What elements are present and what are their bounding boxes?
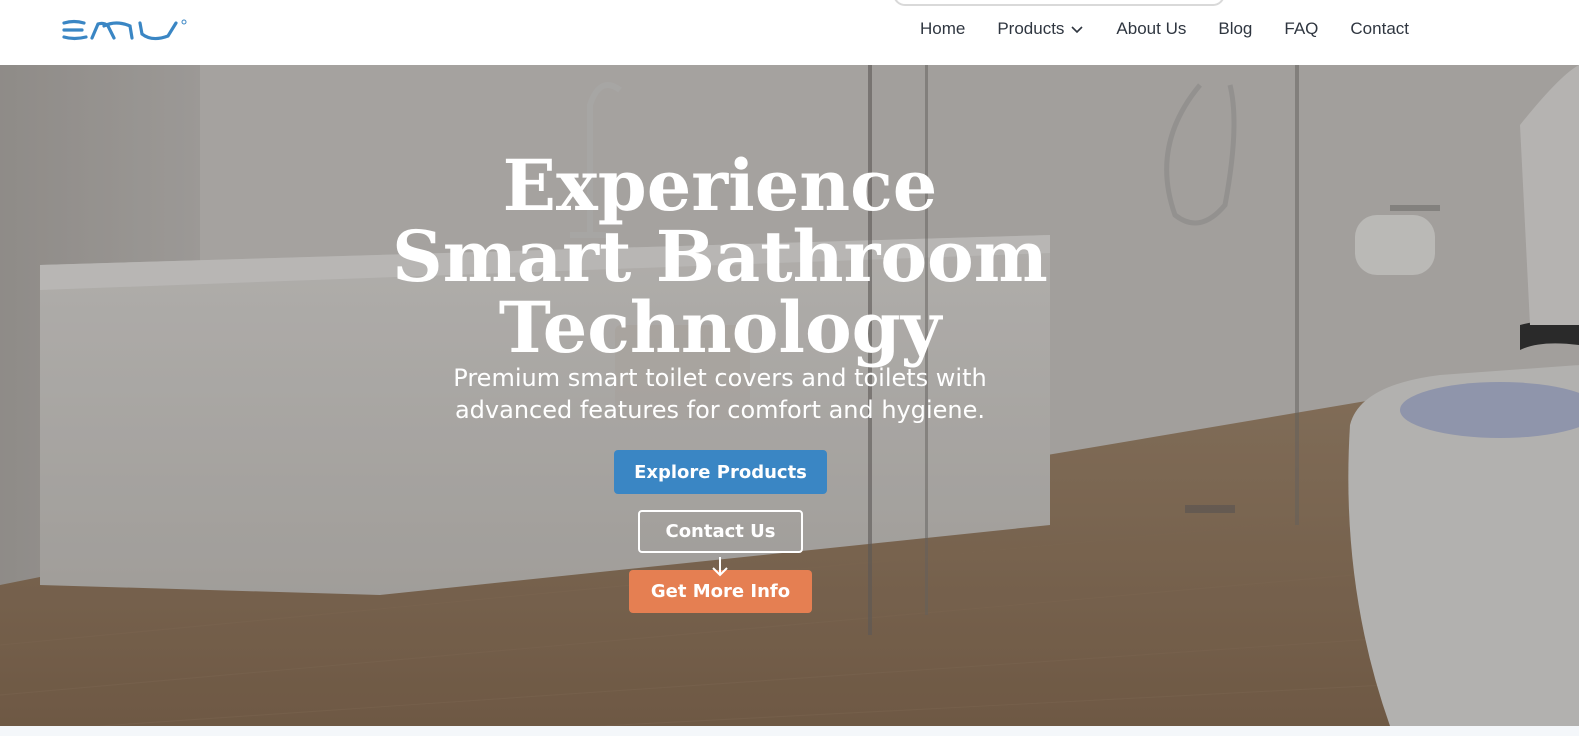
explore-products-label: Explore Products <box>634 461 807 483</box>
nav-blog[interactable]: Blog <box>1218 19 1252 39</box>
hero-subtitle: Premium smart toilet covers and toilets … <box>453 364 987 424</box>
nav-label: Contact <box>1350 19 1409 38</box>
hero-section: Experience Smart Bathroom Technology Pre… <box>0 65 1579 726</box>
chevron-down-icon <box>1071 26 1083 34</box>
nav-label: Products <box>997 19 1065 38</box>
headline-line-1: Experience <box>502 143 938 227</box>
nav-label: Blog <box>1218 19 1253 38</box>
nav-label: About Us <box>1116 19 1187 38</box>
contact-us-button[interactable]: Contact Us <box>638 510 803 553</box>
nav-faq[interactable]: FAQ <box>1284 19 1318 39</box>
main-nav: Home Products About Us Blog FAQ Contact <box>920 0 1409 58</box>
headline-line-2: Smart Bathroom <box>392 214 1048 298</box>
arrow-down-icon <box>712 557 728 577</box>
site-header: Home Products About Us Blog FAQ Contact <box>0 0 1579 65</box>
nav-products[interactable]: Products <box>997 19 1084 39</box>
nav-about-us[interactable]: About Us <box>1116 19 1186 39</box>
hero-headline: Experience Smart Bathroom Technology <box>0 150 1440 363</box>
get-more-info-label: Get More Info <box>650 581 791 602</box>
emu-logo[interactable] <box>60 14 192 46</box>
nav-label: Home <box>919 19 966 38</box>
contact-us-label: Contact Us <box>665 521 776 542</box>
nav-home[interactable]: Home <box>920 19 965 39</box>
explore-products-button[interactable]: Explore Products <box>614 450 827 494</box>
nav-label: FAQ <box>1284 19 1319 38</box>
nav-contact[interactable]: Contact <box>1350 19 1409 39</box>
headline-line-3: Technology <box>498 285 942 369</box>
next-section-strip <box>0 726 1579 736</box>
